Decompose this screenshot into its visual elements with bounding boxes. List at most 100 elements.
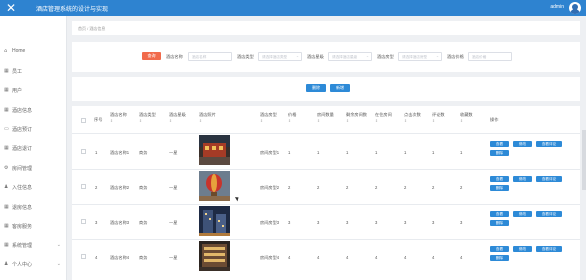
column-header-label: 酒店照片 (199, 112, 216, 117)
sidebar-item-checkin[interactable]: ♟ 入住信息 (0, 179, 67, 195)
sidebar-item-label: Home (12, 48, 26, 54)
user-name[interactable]: admin (550, 4, 564, 10)
sort-icon: ⇕ (139, 119, 143, 123)
hotel-star-select[interactable]: 请选择酒店星级 ⌄ (328, 52, 372, 61)
sidebar-item-hotel-info[interactable]: ▦ 酒店信息 (0, 102, 67, 118)
cell-favorites: 2 (460, 185, 463, 190)
column-header-label: 剩余房间数 (346, 112, 367, 117)
cell-type: 商务 (139, 185, 148, 190)
hotel-type-select[interactable]: 请选择酒店类型 ⌄ (258, 52, 302, 61)
edit-button[interactable]: 修改 (513, 246, 532, 252)
row-delete-button[interactable]: 删除 (490, 255, 509, 261)
sidebar-item-staff[interactable]: ▦ 员工 (0, 63, 67, 79)
cell-occupied: 4 (375, 255, 378, 260)
column-header[interactable]: 剩余房间数 ⇕ (346, 112, 367, 124)
column-header[interactable]: 酒店房型 ⇕ (260, 112, 277, 124)
view-comments-button[interactable]: 查看评论 (536, 141, 562, 147)
grid-icon: ▦ (4, 67, 9, 74)
cell-index: 1 (95, 150, 98, 155)
row-checkbox[interactable] (81, 219, 86, 224)
row-checkbox[interactable] (81, 184, 86, 189)
sidebar-item-profile[interactable]: ♟ 个人中心 ⌄ (0, 256, 67, 272)
row-delete-button[interactable]: 删除 (490, 185, 509, 191)
sidebar-item-rooms[interactable]: ⚙ 房间管理 (0, 160, 67, 176)
sidebar-item-users[interactable]: ▦ 用户 (0, 82, 67, 98)
search-button[interactable]: 查询 (142, 52, 161, 60)
sidebar-item-home[interactable]: ⌂ Home (0, 43, 67, 59)
sidebar-item-label: 酒店信息 (12, 107, 33, 114)
table-row: 2 酒店名称2 商务 一星 房间房型2 2 2 2 2 2 2 2 查看 修改 … (72, 170, 580, 204)
edit-button[interactable]: 修改 (513, 211, 532, 217)
column-header[interactable]: 评论数 ⇕ (432, 112, 445, 124)
sidebar-item-label: 酒店退订 (12, 145, 33, 152)
sidebar-item-system[interactable]: ▦ 系统管理 ⌄ (0, 237, 67, 253)
sidebar-item-room-service[interactable]: ▦ 客房服务 (0, 218, 67, 234)
action-panel: 删除 新增 (72, 77, 580, 101)
row-delete-button[interactable]: 删除 (490, 220, 509, 226)
column-header[interactable]: 酒店类型 ⇕ (139, 112, 156, 124)
hotel-photo (199, 171, 230, 201)
cell-favorites: 3 (460, 220, 463, 225)
cell-clicks: 1 (404, 150, 407, 155)
column-header-label: 收藏数 (460, 112, 473, 117)
sort-icon: ⇕ (317, 119, 321, 123)
sidebar-item-label: 酒店预订 (12, 126, 33, 133)
view-comments-button[interactable]: 查看评论 (536, 211, 562, 217)
column-header[interactable]: 酒店照片 ⇕ (199, 112, 216, 124)
column-header[interactable]: 酒店星级 ⇕ (169, 112, 186, 124)
sort-icon: ⇕ (346, 119, 350, 123)
row-delete-button[interactable]: 删除 (490, 150, 509, 156)
add-button[interactable]: 新增 (330, 84, 350, 92)
cell-rooms: 3 (317, 220, 320, 225)
delete-button[interactable]: 删除 (306, 84, 326, 92)
app-title: 酒店管理系统的设计与实现 (36, 7, 109, 13)
hotel-price-label: 酒店价格 (447, 54, 464, 59)
column-header[interactable]: 收藏数 ⇕ (460, 112, 473, 124)
row-checkbox[interactable] (81, 254, 86, 259)
close-icon[interactable]: ✕ (6, 1, 16, 15)
sidebar-item-label: 用户 (12, 87, 23, 94)
divider (72, 133, 580, 134)
cell-rooms: 2 (317, 185, 320, 190)
cell-price: 3 (288, 220, 291, 225)
hotel-photo (199, 241, 230, 271)
sort-icon: ⇕ (110, 119, 114, 123)
hotel-name-input[interactable]: 酒店名称 (188, 52, 232, 61)
hotel-type-placeholder: 请选择酒店类型 (262, 55, 288, 59)
view-button[interactable]: 查看 (490, 141, 509, 147)
cell-clicks: 2 (404, 185, 407, 190)
user-icon: ♟ (4, 183, 9, 190)
edit-button[interactable]: 修改 (513, 176, 532, 182)
view-button[interactable]: 查看 (490, 211, 509, 217)
edit-button[interactable]: 修改 (513, 141, 532, 147)
cell-index: 2 (95, 185, 98, 190)
column-header[interactable]: 点击次数 ⇕ (404, 112, 421, 124)
cell-type: 商务 (139, 255, 148, 260)
sidebar-item-hotel-booking[interactable]: ▭ 酒店预订 (0, 121, 67, 137)
cell-clicks: 3 (404, 220, 407, 225)
sort-icon: ⇕ (260, 119, 264, 123)
hotel-price-input[interactable]: 酒店价格 (468, 52, 512, 61)
column-header-label: 评论数 (432, 112, 445, 117)
sidebar-item-hotel-cancel[interactable]: ▦ 酒店退订 (0, 140, 67, 156)
cell-occupied: 2 (375, 185, 378, 190)
cell-star: 一星 (169, 185, 178, 190)
column-header[interactable]: 在住房间 ⇕ (375, 112, 392, 124)
select-all-checkbox[interactable] (81, 118, 86, 123)
view-button[interactable]: 查看 (490, 176, 509, 182)
cell-occupied: 3 (375, 220, 378, 225)
view-button[interactable]: 查看 (490, 246, 509, 252)
column-header[interactable]: 酒店名称 ⇕ (110, 112, 127, 124)
view-comments-button[interactable]: 查看评论 (536, 176, 562, 182)
avatar[interactable] (569, 2, 581, 14)
view-comments-button[interactable]: 查看评论 (536, 246, 562, 252)
cell-rooms: 4 (317, 255, 320, 260)
sidebar-item-checkout[interactable]: ▦ 退房信息 (0, 199, 67, 215)
chevron-down-icon: ⌄ (56, 242, 61, 248)
row-checkbox[interactable] (81, 149, 86, 154)
scrollbar[interactable] (582, 130, 586, 190)
column-header[interactable]: 价格 ⇕ (288, 112, 296, 124)
hotel-room-type-select[interactable]: 请选择酒店房型 ⌄ (398, 52, 442, 61)
hotel-photo (199, 135, 230, 165)
column-header[interactable]: 房间数量 ⇕ (317, 112, 334, 124)
